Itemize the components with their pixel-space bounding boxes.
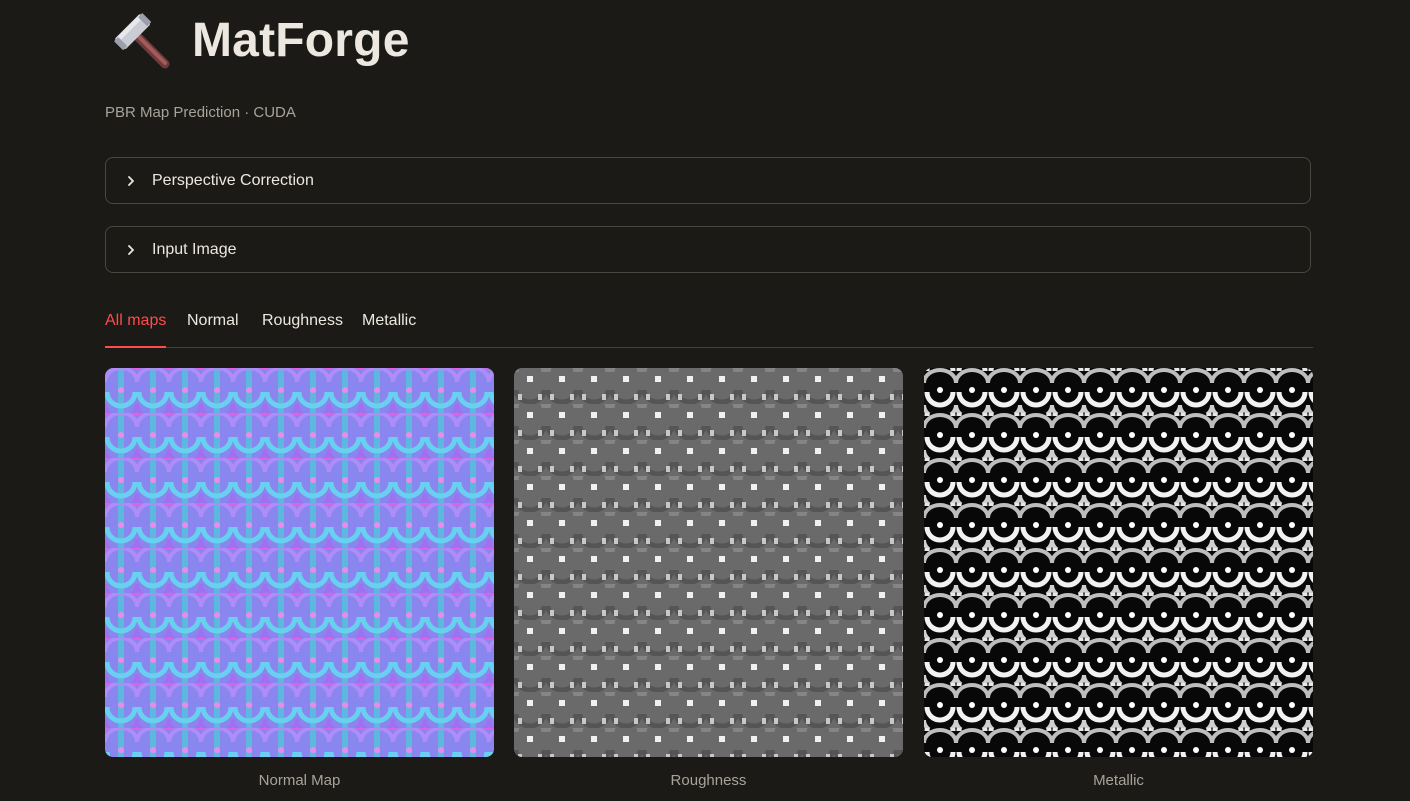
tab-roughness[interactable]: Roughness xyxy=(262,310,343,346)
metallic-map-card: Metallic xyxy=(924,368,1313,789)
app-subtitle: PBR Map Prediction · CUDA xyxy=(105,104,296,121)
chevron-right-icon xyxy=(128,175,134,186)
map-caption: Normal Map xyxy=(258,772,341,789)
map-caption: Roughness xyxy=(670,772,747,789)
header: MatForge xyxy=(105,0,1313,84)
normal-map-card: Normal Map xyxy=(105,368,494,789)
map-caption: Metallic xyxy=(1093,772,1144,789)
tab-all-maps[interactable]: All maps xyxy=(105,310,167,348)
chevron-right-icon xyxy=(128,244,134,255)
expander-input-image[interactable]: Input Image xyxy=(105,226,1311,273)
tab-metallic[interactable]: Metallic xyxy=(362,310,416,346)
roughness-map-card: Roughness xyxy=(514,368,903,789)
hammer-icon xyxy=(114,13,170,69)
metallic-map-image[interactable] xyxy=(924,368,1313,757)
expander-label: Perspective Correction xyxy=(152,171,314,189)
main-content: MatForge PBR Map Prediction · CUDA Persp… xyxy=(105,0,1313,789)
app-title: MatForge xyxy=(192,14,410,67)
expander-perspective-correction[interactable]: Perspective Correction xyxy=(105,157,1311,204)
expander-label: Input Image xyxy=(152,240,237,258)
roughness-map-image[interactable] xyxy=(514,368,903,757)
normal-map-image[interactable] xyxy=(105,368,494,757)
tab-normal[interactable]: Normal xyxy=(187,310,239,346)
app-root: MatForge PBR Map Prediction · CUDA Persp… xyxy=(0,0,1410,801)
map-tabs: All maps Normal Roughness Metallic xyxy=(105,300,1313,348)
